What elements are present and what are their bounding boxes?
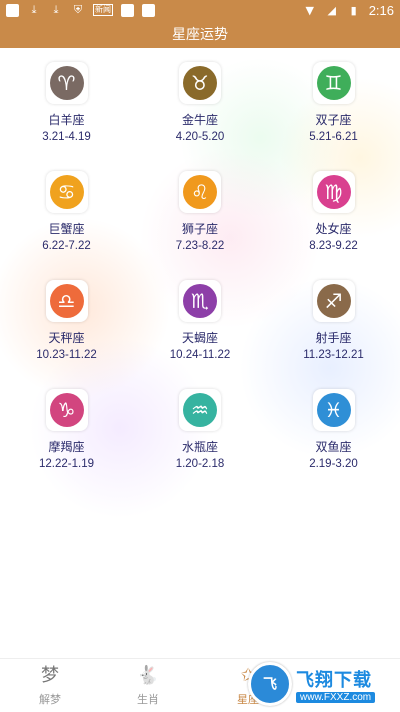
- download-icon: ⤓: [53, 3, 59, 16]
- zodiac-dates: 10.24-11.22: [169, 349, 231, 361]
- app-icon: [142, 3, 155, 17]
- zodiac-item[interactable]: ♈ 白羊座 3.21-4.19: [0, 62, 133, 171]
- zodiac-icon-frame: ♎: [45, 280, 88, 322]
- zodiac-name: 双鱼座: [315, 440, 352, 454]
- zodiac-dates: 10.23-11.22: [36, 349, 97, 361]
- watermark-text: 飞翔下载 www.FXXZ.com: [296, 666, 376, 703]
- zodiac-item[interactable]: ♍ 处女座 8.23-9.22: [267, 171, 400, 280]
- taurus-icon: ♉: [183, 66, 217, 100]
- zodiac-item[interactable]: ♋ 巨蟹座 6.22-7.22: [0, 171, 133, 280]
- watermark-icon: 飞: [248, 662, 292, 706]
- zodiac-name: 金牛座: [181, 113, 218, 127]
- zodiac-dates: 1.20-2.18: [175, 458, 225, 470]
- zodiac-name: 巨蟹座: [48, 222, 85, 236]
- scorpio-icon: ♏: [183, 284, 217, 318]
- tab-dream[interactable]: 梦 解梦: [0, 659, 100, 712]
- wifi-icon: ▼: [305, 4, 314, 17]
- zodiac-dates: 3.21-4.19: [42, 131, 91, 143]
- zodiac-icon-frame: ♊: [312, 62, 355, 104]
- leo-icon: ♌: [183, 175, 217, 209]
- zodiac-dates: 4.20-5.20: [175, 131, 225, 143]
- libra-icon: ♎: [49, 284, 84, 318]
- battery-icon: ▮: [350, 4, 357, 17]
- watermark-title: 飞翔下载: [296, 669, 372, 691]
- zodiac-dates: 7.23-8.22: [175, 240, 225, 252]
- zodiac-item[interactable]: ♓ 双鱼座 2.19-3.20: [267, 389, 400, 498]
- zodiac-icon-frame: ♏: [179, 280, 221, 322]
- zodiac-item[interactable]: ♎ 天秤座 10.23-11.22: [0, 280, 133, 389]
- status-time: 2:16: [368, 3, 394, 18]
- zodiac-icon-frame: ♈: [45, 62, 88, 104]
- zodiac-icon-frame: ♌: [179, 171, 221, 213]
- zodiac-name: 处女座: [315, 222, 352, 236]
- zodiac-dates: 5.21-6.21: [309, 131, 358, 143]
- zodiac-icon-frame: ♐: [312, 280, 355, 322]
- app-icon: [6, 3, 19, 17]
- shield-icon: ⛨: [73, 3, 83, 16]
- zodiac-item[interactable]: ♏ 天蝎座 10.24-11.22: [133, 280, 267, 389]
- zodiac-name: 双子座: [315, 113, 352, 127]
- tab-zodiac-animal[interactable]: 🐇 生肖: [98, 659, 198, 712]
- zodiac-icon-frame: ♒: [179, 389, 221, 431]
- watermark-logo: 飞 飞翔下载 www.FXXZ.com: [248, 660, 394, 708]
- zodiac-item[interactable]: ♉ 金牛座 4.20-5.20: [133, 62, 267, 171]
- zodiac-item[interactable]: ♊ 双子座 5.21-6.21: [267, 62, 400, 171]
- zodiac-dates: 8.23-9.22: [309, 240, 358, 252]
- zodiac-name: 白羊座: [48, 113, 85, 127]
- status-bar: ⤓ ⤓ ⛨ 新闻 ▼ ◢ ▮ 2:16: [0, 0, 400, 24]
- zodiac-item[interactable]: ♐ 射手座 11.23-12.21: [267, 280, 400, 389]
- zodiac-name: 狮子座: [181, 222, 218, 236]
- zodiac-icon-frame: ♉: [179, 62, 221, 104]
- zodiac-dates: 11.23-12.21: [303, 349, 364, 361]
- zodiac-item[interactable]: ♑ 摩羯座 12.22-1.19: [0, 389, 133, 498]
- zodiac-grid: ♈ 白羊座 3.21-4.19 ♉ 金牛座 4.20-5.20 ♊ 双子座 5.…: [0, 62, 400, 498]
- status-right-icons: ▼ ◢ ▮ 2:16: [303, 3, 394, 18]
- sagittarius-icon: ♐: [316, 284, 351, 318]
- virgo-icon: ♍: [316, 175, 351, 209]
- zodiac-name: 水瓶座: [181, 440, 218, 454]
- aquarius-icon: ♒: [183, 393, 217, 427]
- zodiac-icon-frame: ♓: [312, 389, 355, 431]
- zodiac-name: 射手座: [315, 331, 352, 345]
- zodiac-item[interactable]: ♌ 狮子座 7.23-8.22: [133, 171, 267, 280]
- zodiac-item[interactable]: ♒ 水瓶座 1.20-2.18: [133, 389, 267, 498]
- zodiac-name: 摩羯座: [48, 440, 85, 454]
- download-icon: ⤓: [31, 3, 37, 16]
- page-title: 星座运势: [0, 24, 400, 48]
- rabbit-icon: 🐇: [136, 665, 160, 686]
- zodiac-name: 天秤座: [48, 331, 85, 345]
- gemini-icon: ♊: [316, 66, 351, 100]
- zodiac-dates: 2.19-3.20: [309, 458, 358, 470]
- aries-icon: ♈: [49, 66, 84, 100]
- zodiac-icon-frame: ♍: [312, 171, 355, 213]
- zodiac-dates: 6.22-7.22: [42, 240, 91, 252]
- zodiac-dates: 12.22-1.19: [39, 458, 94, 470]
- app-icon: [121, 3, 134, 17]
- pisces-icon: ♓: [316, 393, 351, 427]
- status-left-icons: ⤓ ⤓ ⛨ 新闻: [6, 3, 155, 17]
- tab-label: 解梦: [39, 693, 61, 706]
- dream-icon: 梦: [41, 665, 59, 686]
- zodiac-icon-frame: ♋: [45, 171, 88, 213]
- tab-label: 生肖: [137, 693, 159, 706]
- watermark-url: www.FXXZ.com: [296, 691, 376, 703]
- signal-icon: ◢: [327, 4, 336, 17]
- zodiac-name: 天蝎座: [181, 331, 218, 345]
- main-content: ♈ 白羊座 3.21-4.19 ♉ 金牛座 4.20-5.20 ♊ 双子座 5.…: [0, 48, 400, 658]
- capricorn-icon: ♑: [49, 393, 84, 427]
- app-badge-icon: 新闻: [93, 4, 113, 16]
- cancer-icon: ♋: [49, 175, 84, 209]
- zodiac-icon-frame: ♑: [45, 389, 88, 431]
